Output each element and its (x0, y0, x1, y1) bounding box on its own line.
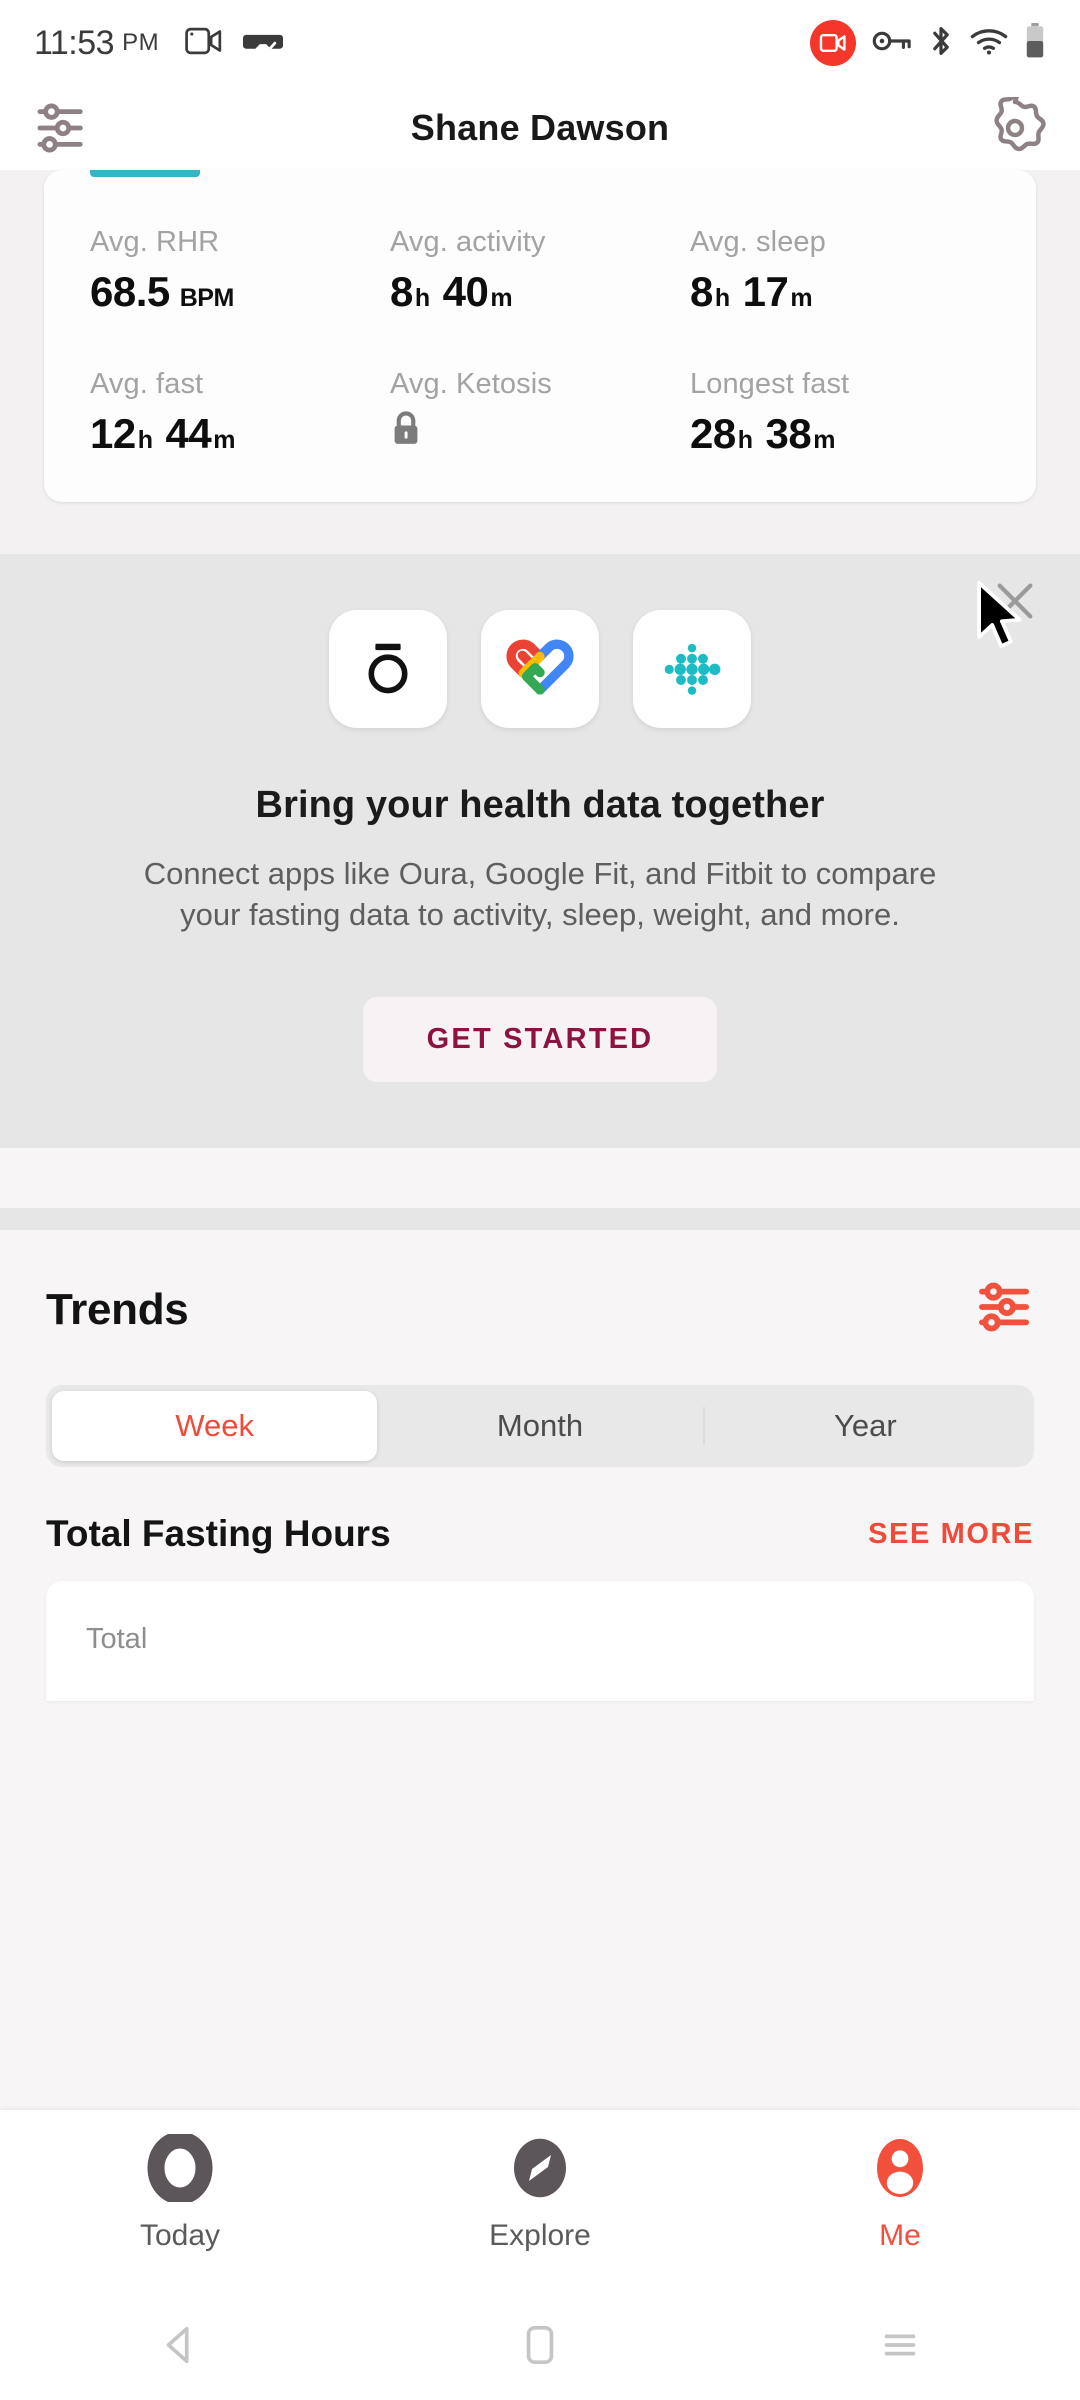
nav-tab-today[interactable]: Today (0, 2131, 360, 2253)
stat-avg-sleep: Avg. sleep 8 h 17 m (690, 226, 990, 316)
page-title: Shane Dawson (410, 107, 670, 148)
stat-number-2: 40 (442, 268, 489, 315)
health-integration-promo: Bring your health data together Connect … (0, 554, 1080, 1149)
trends-section: Trends Week Month Year Total Fasting Hou… (0, 1230, 1080, 1702)
stat-label: Avg. fast (90, 368, 204, 400)
stat-unit: h (714, 284, 730, 312)
section-gap (0, 1148, 1080, 1209)
wifi-icon (970, 26, 1008, 61)
nav-tab-explore[interactable]: Explore (360, 2134, 720, 2253)
scroll-content: Avg. RHR 68.5 BPM Avg. activity 8 h 40 m Avg… (0, 170, 1080, 1702)
compass-icon (506, 2134, 574, 2207)
google-fit-icon[interactable] (481, 610, 599, 728)
stat-number: 8 (690, 268, 713, 315)
stat-number: 68.5 (90, 268, 170, 315)
stat-unit-2: m (213, 426, 235, 454)
stat-number-2: 17 (742, 268, 789, 315)
stat-value: 68.5 BPM (90, 268, 390, 316)
active-tab-indicator (90, 170, 200, 177)
bottom-navigation: Today Explore Me (0, 2110, 1080, 2290)
stat-avg-activity: Avg. activity 8 h 40 m (390, 226, 690, 316)
stat-label: Avg. Ketosis (390, 368, 552, 400)
recording-badge-icon (810, 20, 856, 66)
stat-value: 8 h 17 m (690, 268, 990, 316)
see-more-link[interactable]: SEE MORE (868, 1518, 1034, 1551)
stat-number: 28 (690, 410, 736, 457)
android-navigation-bar (0, 2290, 1080, 2400)
home-square-icon[interactable] (360, 2322, 720, 2368)
stat-unit-2: m (813, 426, 835, 454)
stat-avg-rhr: Avg. RHR 68.5 BPM (90, 226, 390, 316)
screen-record-icon (185, 25, 223, 62)
lock-icon (390, 410, 690, 453)
person-icon (866, 2134, 934, 2207)
status-bar-ampm: PM (122, 29, 160, 56)
gear-icon[interactable] (984, 97, 1046, 159)
stat-avg-fast: Avg. fast 12 h 44 m (90, 368, 390, 458)
filter-sliders-icon[interactable] (976, 1282, 1034, 1337)
recents-menu-icon[interactable] (720, 2322, 1080, 2368)
key-icon (872, 27, 912, 60)
stat-unit-2: m (790, 284, 813, 312)
stat-unit: h (137, 426, 153, 454)
stat-label: Avg. sleep (690, 226, 826, 258)
stat-label: Longest fast (690, 368, 850, 400)
vr-headset-icon (243, 25, 284, 62)
nav-tab-me[interactable]: Me (720, 2134, 1080, 2253)
promo-subtitle: Connect apps like Oura, Google Fit, and … (143, 856, 937, 933)
stat-number-2: 38 (765, 410, 812, 457)
stat-value: 28 h 38 m (690, 410, 990, 458)
battery-icon (1024, 22, 1046, 64)
stats-card: Avg. RHR 68.5 BPM Avg. activity 8 h 40 m Avg… (44, 170, 1036, 502)
close-icon[interactable] (988, 574, 1042, 628)
total-fasting-chart-card[interactable]: Total (46, 1581, 1034, 1702)
sliders-icon[interactable] (34, 103, 92, 153)
status-bar-time: 11:53 (34, 23, 115, 62)
stat-unit-2: m (490, 284, 513, 312)
range-tab-week[interactable]: Week (52, 1391, 378, 1462)
circle-icon (146, 2131, 214, 2207)
total-fasting-hours-title: Total Fasting Hours (46, 1513, 391, 1555)
stat-number-2: 44 (165, 410, 212, 457)
stat-unit: BPM (179, 284, 235, 312)
stat-number: 12 (90, 410, 136, 457)
get-started-button[interactable]: GET STARTED (362, 997, 718, 1083)
status-bar: 11:53 PM (0, 0, 1080, 86)
stat-value: 8 h 40 m (390, 268, 690, 316)
chart-series-label: Total (86, 1623, 148, 1656)
stat-avg-ketosis[interactable]: Avg. Ketosis (390, 368, 690, 458)
nav-label: Explore (489, 2219, 591, 2252)
range-tab-year[interactable]: Year (702, 1391, 1028, 1461)
app-header: Shane Dawson (0, 86, 1080, 170)
nav-label: Me (879, 2219, 921, 2252)
stat-unit: h (414, 284, 430, 312)
back-triangle-icon[interactable] (0, 2322, 360, 2368)
range-tab-month[interactable]: Month (377, 1391, 702, 1461)
fitbit-icon[interactable] (633, 610, 751, 728)
stats-section: Avg. RHR 68.5 BPM Avg. activity 8 h 40 m Avg… (0, 170, 1080, 554)
stat-label: Avg. activity (390, 226, 546, 258)
section-divider (0, 1208, 1080, 1231)
stat-unit: h (737, 426, 753, 454)
stat-value: 12 h 44 m (90, 410, 390, 458)
trends-title: Trends (46, 1284, 189, 1334)
connected-apps-icons (0, 610, 1080, 728)
promo-title: Bring your health data together (255, 784, 825, 826)
range-segmented-control: Week Month Year (46, 1385, 1034, 1468)
stat-longest-fast: Longest fast 28 h 38 m (690, 368, 990, 458)
nav-label: Today (139, 2219, 221, 2252)
oura-icon[interactable] (329, 610, 447, 728)
stats-grid: Avg. RHR 68.5 BPM Avg. activity 8 h 40 m Avg… (90, 226, 990, 458)
stat-label: Avg. RHR (90, 226, 220, 258)
stat-number: 8 (390, 268, 413, 315)
bluetooth-icon (928, 24, 954, 63)
